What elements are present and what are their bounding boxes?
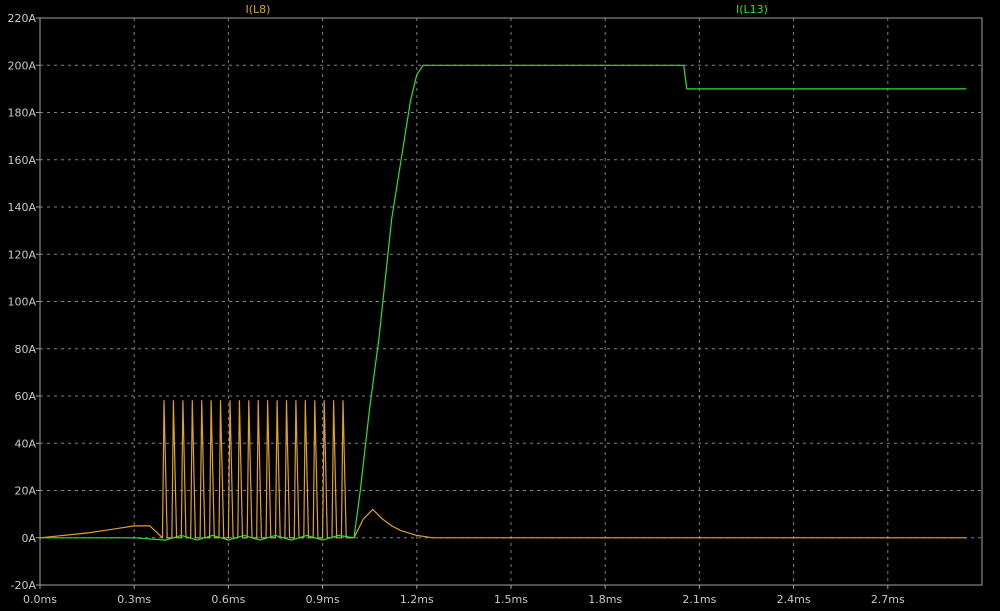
y-tick-label: -20A xyxy=(11,579,37,592)
x-tick-label: 2.4ms xyxy=(777,593,811,606)
x-tick-label: 0.6ms xyxy=(211,593,245,606)
y-tick-label: 140A xyxy=(7,201,36,214)
y-tick-label: 160A xyxy=(7,154,36,167)
y-tick-label: 220A xyxy=(7,12,36,25)
x-tick-label: 2.1ms xyxy=(682,593,716,606)
y-tick-label: 120A xyxy=(7,248,36,261)
x-tick-label: 0.9ms xyxy=(306,593,340,606)
x-tick-label: 1.8ms xyxy=(588,593,622,606)
y-tick-label: 0A xyxy=(21,532,36,545)
y-tick-label: 180A xyxy=(7,107,36,120)
y-tick-label: 100A xyxy=(7,296,36,309)
x-tick-label: 1.2ms xyxy=(400,593,434,606)
x-tick-label: 0.0ms xyxy=(23,593,57,606)
legend-entry-i-l13: I(L13) xyxy=(736,3,768,16)
waveform-chart: -20A 0A 20A 40A 60A 80A 100A 120A 140A 160A 180A 20… xyxy=(0,0,1000,611)
y-tick-label: 80A xyxy=(14,343,36,356)
x-tick-label: 0.3ms xyxy=(117,593,151,606)
legend-entry-i-l8: I(L8) xyxy=(246,3,271,16)
y-tick-label: 40A xyxy=(14,437,36,450)
plot-background xyxy=(0,0,1000,611)
x-tick-label: 2.7ms xyxy=(871,593,905,606)
x-tick-label: 1.5ms xyxy=(494,593,528,606)
y-tick-label: 200A xyxy=(7,59,36,72)
y-tick-label: 60A xyxy=(14,390,36,403)
y-tick-label: 20A xyxy=(14,485,36,498)
